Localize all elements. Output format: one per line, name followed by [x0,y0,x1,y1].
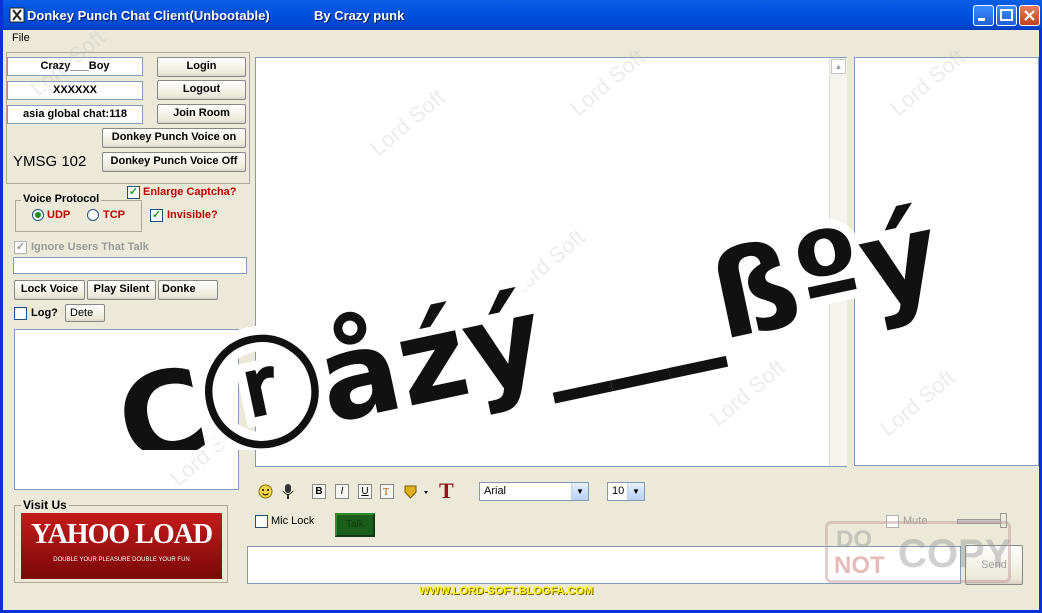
menu-bar: File [3,30,1039,48]
minimize-icon [978,18,985,21]
maximize-icon [1000,9,1013,21]
scroll-up-icon[interactable]: ▲ [831,59,846,74]
smiley-icon[interactable] [258,484,273,499]
minimize-button[interactable] [973,5,994,26]
join-room-button[interactable]: Join Room [157,104,246,124]
user-list[interactable] [854,57,1039,466]
room-field[interactable]: asia global chat:118 [7,105,143,124]
main-window: Donkey Punch Chat Client(Unbootable) By … [0,0,1042,613]
do-not-copy-stamp: DO NOT COPY [825,521,1011,583]
ignore-users-input[interactable] [13,257,247,274]
tcp-label: TCP [103,209,125,221]
yahoo-load-banner[interactable]: YAHOO LOAD DOUBLE YOUR PLEASURE DOUBLE Y… [21,513,222,579]
voice-off-button[interactable]: Donkey Punch Voice Off [102,152,246,172]
close-icon [1024,10,1035,21]
stamp-do: DO [836,526,872,553]
visit-title: Visit Us [21,498,69,512]
chevron-down-icon[interactable]: ▼ [627,483,644,500]
footer-url[interactable]: WWW.LORD-SOFT.BLOGFA.COM [419,585,593,597]
lock-voice-button[interactable]: Lock Voice [14,280,85,300]
log-label: Log? [31,307,58,319]
udp-label: UDP [47,209,71,221]
mic-lock-label: Mic Lock [271,515,315,527]
talk-button[interactable]: Talk [335,513,375,537]
shield-icon[interactable] [403,484,431,499]
ignore-users-label: Ignore Users That Talk [31,241,149,253]
window-credit: By Crazy punk [314,8,405,23]
udp-radio[interactable] [32,209,44,221]
logout-button[interactable]: Logout [157,80,246,100]
ignore-users-checkbox[interactable]: ✓ [14,241,27,254]
chevron-down-icon[interactable]: ▼ [571,483,588,500]
chat-display[interactable] [255,57,847,467]
font-select[interactable]: Arial ▼ [479,482,589,501]
chat-scrollbar[interactable]: ▲ [829,58,847,466]
italic-button[interactable]: I [335,484,349,499]
play-silent-button[interactable]: Play Silent [87,280,156,300]
mic-lock-checkbox[interactable] [255,515,268,528]
text-color-icon[interactable]: T [380,484,394,499]
invisible-checkbox[interactable]: ✓ [150,209,163,222]
window-title: Donkey Punch Chat Client(Unbootable) [27,8,270,23]
donkey-button[interactable]: Donke [158,280,218,300]
log-checkbox[interactable] [14,307,27,320]
stamp-not: NOT [834,552,885,579]
detect-button[interactable]: Dete [65,304,105,322]
tcp-radio[interactable] [87,209,99,221]
underline-button[interactable]: U [358,484,372,499]
microphone-icon[interactable] [281,483,295,500]
maximize-button[interactable] [996,5,1017,26]
invisible-label: Invisible? [167,209,218,221]
size-select[interactable]: 10 ▼ [607,482,645,501]
voice-protocol-title: Voice Protocol [21,193,102,205]
banner-main-text: YAHOO LOAD [30,519,213,550]
title-bar[interactable]: Donkey Punch Chat Client(Unbootable) By … [3,0,1042,30]
username-field[interactable]: Crazy___Boy [7,57,143,76]
voice-on-button[interactable]: Donkey Punch Voice on [102,128,246,148]
app-icon [9,7,25,23]
svg-text:T: T [383,487,389,498]
stamp-copy: COPY [898,532,1012,576]
enlarge-captcha-label: Enlarge Captcha? [143,186,237,198]
close-button[interactable] [1019,5,1040,26]
enlarge-captcha-checkbox[interactable]: ✓ [127,186,140,199]
font-style-icon[interactable]: T [439,480,454,502]
login-button[interactable]: Login [157,57,246,77]
password-field[interactable]: XXXXXX [7,81,143,100]
log-box[interactable] [14,329,239,490]
size-value: 10 [612,485,625,497]
menu-file[interactable]: File [12,32,30,44]
bold-button[interactable]: B [312,484,326,499]
font-value: Arial [484,485,507,497]
banner-sub-text: DOUBLE YOUR PLEASURE DOUBLE YOUR FUN [53,557,190,563]
protocol-version: YMSG 102 [13,153,87,170]
